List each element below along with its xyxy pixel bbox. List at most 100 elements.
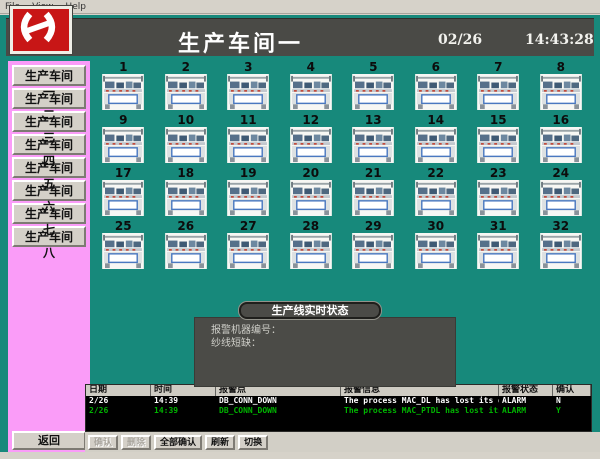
machine-icon <box>540 74 582 110</box>
machine-cell-1[interactable]: 1 <box>92 61 155 114</box>
machine-cell-19[interactable]: 19 <box>217 167 280 220</box>
machine-cell-31[interactable]: 31 <box>467 220 530 273</box>
machine-number: 27 <box>240 220 257 233</box>
alarm-toolbar: 确认删除全部确认刷新切换 <box>85 432 600 452</box>
machine-number: 24 <box>552 167 569 180</box>
machine-icon <box>165 233 207 269</box>
alarm-col-header: 日期 <box>86 385 151 396</box>
machine-cell-24[interactable]: 24 <box>530 167 593 220</box>
machine-number: 12 <box>302 114 319 127</box>
machine-cell-11[interactable]: 11 <box>217 114 280 167</box>
machine-cell-7[interactable]: 7 <box>467 61 530 114</box>
machine-cell-25[interactable]: 25 <box>92 220 155 273</box>
machine-number: 1 <box>119 61 127 74</box>
machine-number: 11 <box>240 114 257 127</box>
machine-cell-13[interactable]: 13 <box>342 114 405 167</box>
machine-cell-27[interactable]: 27 <box>217 220 280 273</box>
machine-cell-22[interactable]: 22 <box>405 167 468 220</box>
alarm-cell: 2/26 <box>86 406 151 416</box>
machine-cell-4[interactable]: 4 <box>280 61 343 114</box>
machine-cell-29[interactable]: 29 <box>342 220 405 273</box>
machine-cell-15[interactable]: 15 <box>467 114 530 167</box>
machine-icon <box>290 233 332 269</box>
machine-icon <box>165 74 207 110</box>
machine-number: 31 <box>490 220 507 233</box>
back-button[interactable]: 返回 <box>12 431 86 450</box>
machine-cell-18[interactable]: 18 <box>155 167 218 220</box>
machine-cell-10[interactable]: 10 <box>155 114 218 167</box>
sidebar-item-workshop-3[interactable]: 生产车间三 <box>12 111 86 132</box>
machine-icon <box>477 74 519 110</box>
machine-cell-3[interactable]: 3 <box>217 61 280 114</box>
alarm-cell: DB_CONN_DOWN <box>216 396 341 406</box>
status-panel: 报警机器编号：纱线短缺： <box>194 317 456 387</box>
machine-number: 7 <box>494 61 502 74</box>
machine-number: 15 <box>490 114 507 127</box>
machine-icon <box>352 180 394 216</box>
machine-cell-5[interactable]: 5 <box>342 61 405 114</box>
machine-cell-23[interactable]: 23 <box>467 167 530 220</box>
machine-cell-17[interactable]: 17 <box>92 167 155 220</box>
menu-bar: FileViewHelp <box>0 0 600 14</box>
alarm-col-header: 确认 <box>553 385 591 396</box>
toolbar-button[interactable]: 全部确认 <box>154 435 202 450</box>
sidebar-item-workshop-7[interactable]: 生产车间七 <box>12 203 86 224</box>
header-bar: 生产车间一 02/26 14:43:28 <box>6 18 594 56</box>
machine-cell-6[interactable]: 6 <box>405 61 468 114</box>
machine-number: 26 <box>177 220 194 233</box>
machine-cell-8[interactable]: 8 <box>530 61 593 114</box>
machine-number: 9 <box>119 114 127 127</box>
machine-cell-2[interactable]: 2 <box>155 61 218 114</box>
sidebar-item-workshop-5[interactable]: 生产车间五 <box>12 157 86 178</box>
machine-cell-26[interactable]: 26 <box>155 220 218 273</box>
machine-icon <box>227 233 269 269</box>
sidebar-item-workshop-2[interactable]: 生产车间二 <box>12 88 86 109</box>
machine-number: 19 <box>240 167 257 180</box>
machine-number: 21 <box>365 167 382 180</box>
sidebar-item-workshop-1[interactable]: 生产车间一 <box>12 65 86 86</box>
machine-icon <box>290 180 332 216</box>
window-bottom-edge <box>0 452 600 459</box>
machine-cell-28[interactable]: 28 <box>280 220 343 273</box>
alarm-cell: ALARM <box>499 406 553 416</box>
alarm-cell: 2/26 <box>86 396 151 406</box>
alarm-row[interactable]: 2/2614:39DB_CONN_DOWNThe process MAC_PTD… <box>86 406 591 416</box>
machine-number: 28 <box>302 220 319 233</box>
machine-number: 3 <box>244 61 252 74</box>
toolbar-button[interactable]: 刷新 <box>205 435 235 450</box>
machine-cell-16[interactable]: 16 <box>530 114 593 167</box>
machine-cell-30[interactable]: 30 <box>405 220 468 273</box>
machine-icon <box>290 74 332 110</box>
machine-cell-32[interactable]: 32 <box>530 220 593 273</box>
alarm-cell: 14:39 <box>151 396 216 406</box>
machine-icon <box>227 180 269 216</box>
machine-icon <box>540 180 582 216</box>
alarm-col-header: 报警状态 <box>499 385 553 396</box>
sidebar-item-workshop-6[interactable]: 生产车间六 <box>12 180 86 201</box>
machine-number: 18 <box>177 167 194 180</box>
machine-number: 10 <box>177 114 194 127</box>
toolbar-button[interactable]: 切换 <box>238 435 268 450</box>
machine-icon <box>477 233 519 269</box>
machine-cell-12[interactable]: 12 <box>280 114 343 167</box>
status-line: 纱线短缺： <box>211 337 455 350</box>
machine-number: 8 <box>557 61 565 74</box>
machine-cell-21[interactable]: 21 <box>342 167 405 220</box>
machine-cell-14[interactable]: 14 <box>405 114 468 167</box>
machine-cell-9[interactable]: 9 <box>92 114 155 167</box>
brand-logo-icon <box>10 6 72 54</box>
machine-icon <box>227 127 269 163</box>
alarm-row[interactable]: 2/2614:39DB_CONN_DOWNThe process MAC_DL … <box>86 396 591 406</box>
main-area: 生产车间一 02/26 14:43:28 生产车间一生产车间二生产车间三生产车间… <box>0 15 600 452</box>
workshop-sidebar: 生产车间一生产车间二生产车间三生产车间四生产车间五生产车间六生产车间七生产车间八… <box>8 61 90 452</box>
machine-icon <box>165 127 207 163</box>
alarm-cell: DB_CONN_DOWN <box>216 406 341 416</box>
machine-icon <box>352 127 394 163</box>
machine-icon <box>540 233 582 269</box>
machine-cell-20[interactable]: 20 <box>280 167 343 220</box>
sidebar-item-workshop-4[interactable]: 生产车间四 <box>12 134 86 155</box>
app-window: FileViewHelp 生产车间一 02/26 14:43:28 生产车间一生… <box>0 0 600 459</box>
machine-number: 32 <box>552 220 569 233</box>
header-date: 02/26 <box>438 32 482 48</box>
sidebar-item-workshop-8[interactable]: 生产车间八 <box>12 226 86 247</box>
